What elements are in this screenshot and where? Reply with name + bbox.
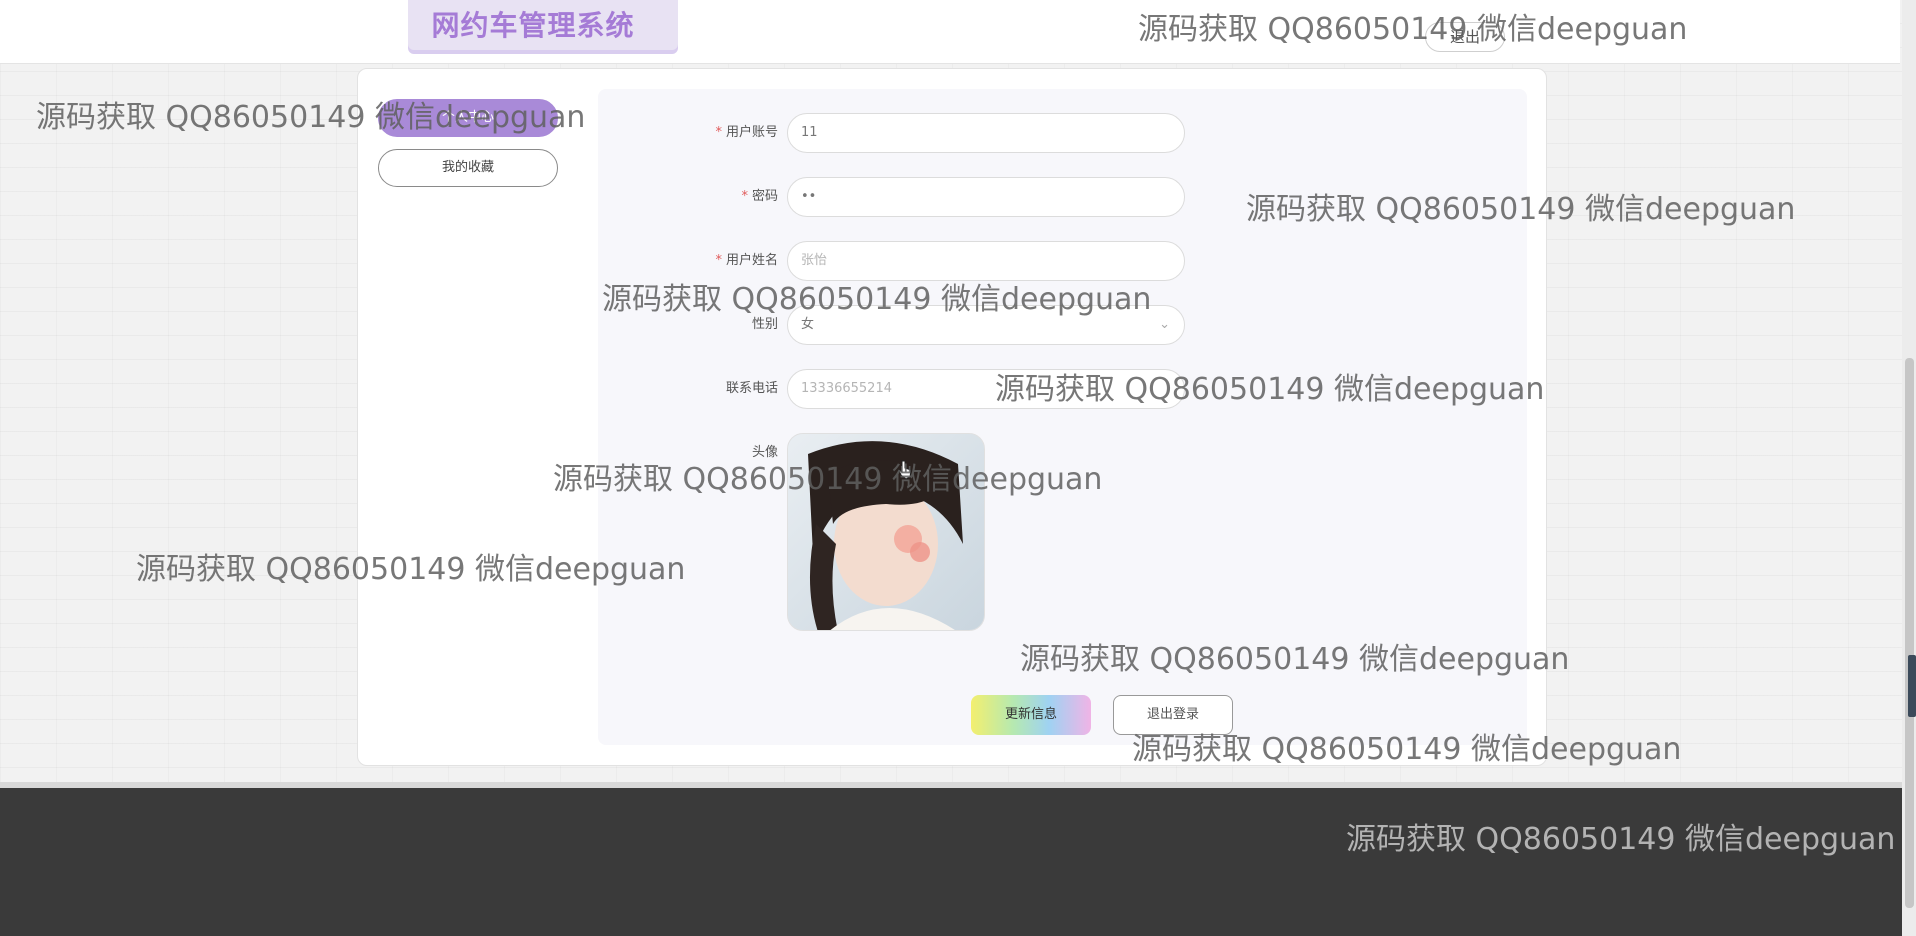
hand-pointer-icon xyxy=(898,460,912,480)
scrollbar-thumb[interactable] xyxy=(1905,358,1914,908)
top-header: 网约车管理系统 退出 xyxy=(0,0,1900,64)
password-label: * 密码 xyxy=(741,189,778,204)
form-row-gender: 性别 女 ⌄ xyxy=(598,305,1198,345)
update-info-button[interactable]: 更新信息 xyxy=(971,695,1091,735)
name-label: * 用户姓名 xyxy=(715,253,778,268)
form-row-account: * 用户账号 11 xyxy=(598,113,1198,153)
gender-label: 性别 xyxy=(751,317,778,332)
phone-input[interactable]: 13336655214 xyxy=(787,369,1185,409)
logout-button[interactable]: 退出登录 xyxy=(1113,695,1233,735)
brand-tab: 网约车管理系统 xyxy=(408,0,678,50)
avatar-label: 头像 xyxy=(751,445,778,460)
form-row-name: * 用户姓名 张怡 xyxy=(598,241,1198,281)
account-label: * 用户账号 xyxy=(715,125,778,140)
password-input[interactable]: •• xyxy=(787,177,1185,217)
side-menu: 个人中心 我的收藏 xyxy=(378,99,558,199)
main-card: 个人中心 我的收藏 * 用户账号 11 * 密码 •• * 用户姓名 张怡 性别 女 … xyxy=(357,68,1547,766)
avatar-upload[interactable] xyxy=(787,433,985,631)
account-input[interactable]: 11 xyxy=(787,113,1185,153)
page-footer xyxy=(0,788,1916,936)
scrollbar-marker xyxy=(1908,655,1916,717)
app-title: 网约车管理系统 xyxy=(431,9,635,42)
chevron-down-icon: ⌄ xyxy=(1159,317,1170,332)
profile-form: * 用户账号 11 * 密码 •• * 用户姓名 张怡 性别 女 ⌄ 联系电话 133… xyxy=(598,89,1527,745)
gender-value: 女 xyxy=(801,317,815,332)
gender-select[interactable]: 女 ⌄ xyxy=(787,305,1185,345)
form-row-password: * 密码 •• xyxy=(598,177,1198,217)
menu-item-my-favorites[interactable]: 我的收藏 xyxy=(378,149,558,187)
avatar-image xyxy=(788,434,984,630)
phone-label: 联系电话 xyxy=(725,381,778,396)
name-input[interactable]: 张怡 xyxy=(787,241,1185,281)
form-row-phone: 联系电话 13336655214 xyxy=(598,369,1198,409)
header-logout-button[interactable]: 退出 xyxy=(1425,22,1505,52)
menu-item-personal-center[interactable]: 个人中心 xyxy=(378,99,558,137)
